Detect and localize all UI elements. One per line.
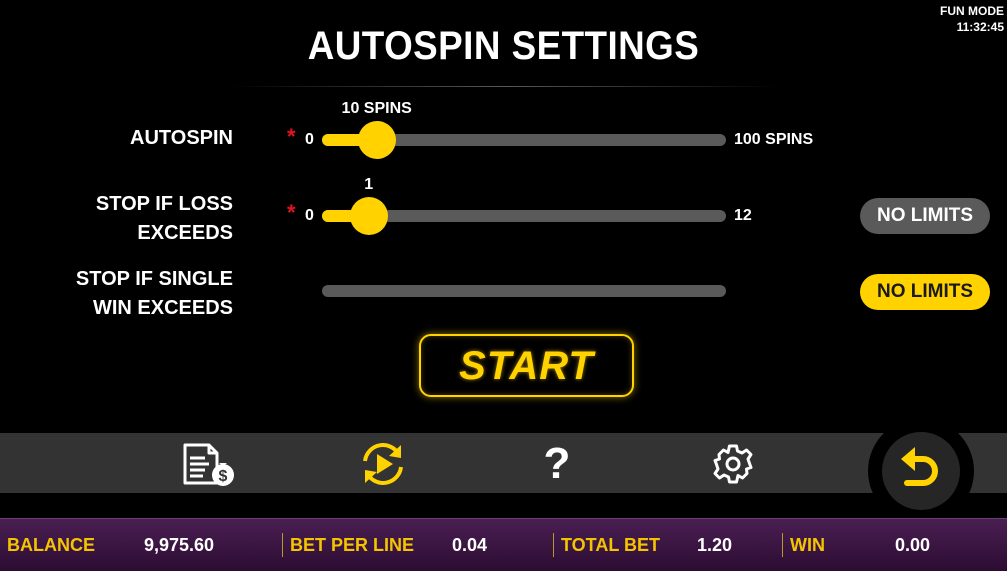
autoplay-icon xyxy=(363,443,403,485)
start-button[interactable]: START xyxy=(419,334,634,397)
settings-button[interactable] xyxy=(703,441,763,487)
win-value: 0.00 xyxy=(895,535,931,555)
help-button[interactable]: ? xyxy=(527,441,587,487)
bet-per-line-value: 0.04 xyxy=(452,535,488,555)
autospin-max-label: 100 SPINS xyxy=(734,131,814,148)
autoplay-button[interactable] xyxy=(353,441,413,487)
autospin-value-label: 10 SPINS xyxy=(341,100,412,117)
settings-gear-icon xyxy=(713,444,753,484)
help-icon: ? xyxy=(543,439,571,488)
title-divider xyxy=(230,86,780,87)
back-button[interactable] xyxy=(868,418,974,524)
stop-loss-min-label: 0 xyxy=(305,207,314,224)
paytable-button[interactable]: $ xyxy=(178,441,238,487)
stop-loss-label-line1: STOP IF LOSS xyxy=(95,193,233,215)
autospin-required-marker: * xyxy=(287,124,296,149)
autospin-label: AUTOSPIN xyxy=(130,127,233,149)
status-separator xyxy=(282,533,283,557)
stop-loss-label: STOP IF LOSS EXCEEDS xyxy=(96,190,233,248)
bottom-toolbar: $ ? xyxy=(0,433,1007,493)
svg-text:$: $ xyxy=(219,468,228,485)
status-separator xyxy=(782,533,783,557)
bet-per-line-label: BET PER LINE xyxy=(290,535,415,555)
page-title: AUTOSPIN SETTINGS xyxy=(307,24,700,68)
stop-single-win-label-line2: WIN EXCEEDS xyxy=(92,297,233,319)
start-button-label: START xyxy=(459,344,594,388)
stop-single-win-no-limits-button[interactable]: NO LIMITS xyxy=(860,274,990,310)
stop-loss-slider-thumb[interactable] xyxy=(349,197,388,235)
status-separator xyxy=(553,533,554,557)
paytable-icon: $ xyxy=(183,443,234,486)
fun-mode-label: FUN MODE xyxy=(940,4,1004,18)
back-arrow-icon xyxy=(901,447,938,486)
stop-single-win-slider-track[interactable] xyxy=(322,285,726,297)
stop-single-win-label-line1: STOP IF SINGLE xyxy=(75,268,233,290)
stop-loss-max-label: 12 xyxy=(734,207,752,224)
autospin-min-label: 0 xyxy=(305,131,314,148)
back-button-inner xyxy=(882,432,960,510)
balance-value: 9,975.60 xyxy=(144,535,215,555)
autospin-slider-thumb[interactable] xyxy=(357,121,396,159)
win-label: WIN xyxy=(790,535,825,555)
stop-single-win-label: STOP IF SINGLE WIN EXCEEDS xyxy=(76,265,233,323)
total-bet-label: TOTAL BET xyxy=(561,535,660,555)
total-bet-value: 1.20 xyxy=(697,535,733,555)
balance-label: BALANCE xyxy=(7,535,95,555)
stop-loss-label-line2: EXCEEDS xyxy=(137,222,233,244)
stop-loss-no-limits-button[interactable]: NO LIMITS xyxy=(860,198,990,234)
stop-loss-required-marker: * xyxy=(287,200,296,225)
stop-loss-value-label: 1 xyxy=(364,176,374,193)
status-bar: BALANCE 9,975.60 BET PER LINE 0.04 TOTAL… xyxy=(0,518,1007,571)
